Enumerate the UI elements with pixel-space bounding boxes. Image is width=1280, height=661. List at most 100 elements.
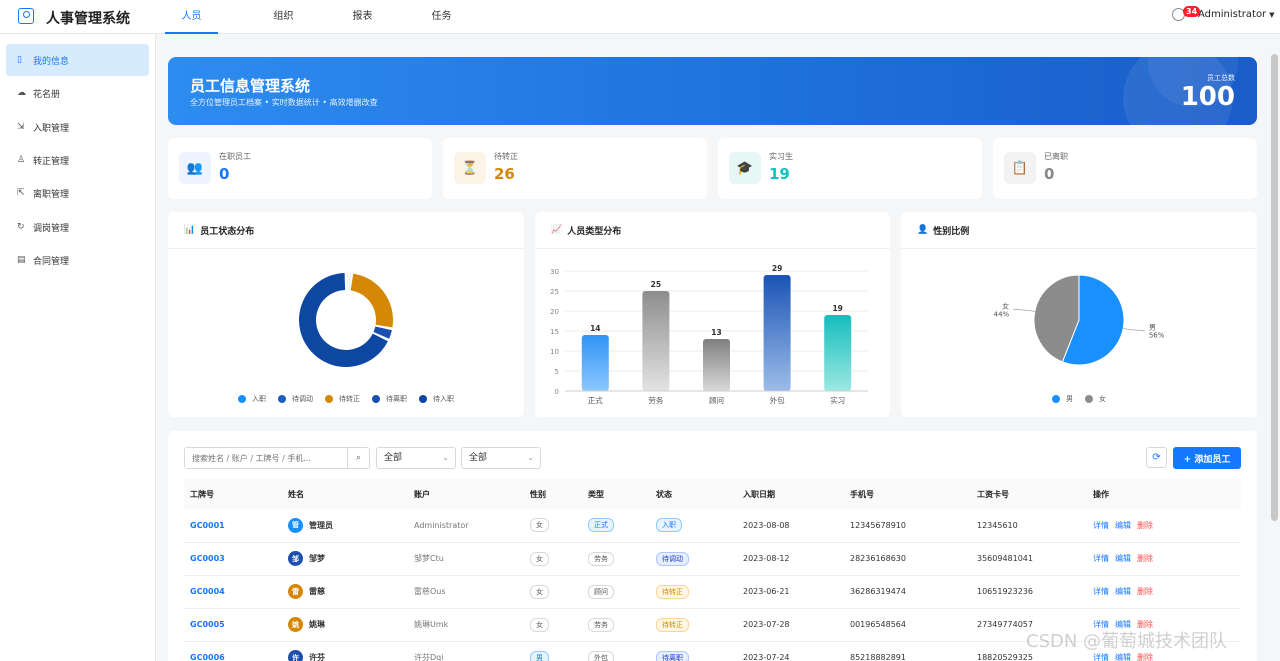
delete-link[interactable]: 删除 <box>1137 587 1153 596</box>
filter-value: 全部 <box>469 453 488 463</box>
stat-card-pending: ⏳ 待转正 26 <box>443 138 707 199</box>
legend-item[interactable]: 女 <box>1085 394 1106 404</box>
page-scrollbar[interactable] <box>1271 54 1278 521</box>
clipboard-icon: 📋 <box>1004 152 1036 184</box>
search-input[interactable] <box>185 448 347 468</box>
cell-status: 待调动 <box>650 542 737 576</box>
sidebar-item-resignation[interactable]: ⇱ 离职管理 <box>6 177 149 209</box>
employee-name: 姚琳 <box>309 620 325 629</box>
refresh-icon: ↻ <box>17 222 25 232</box>
bar-1[interactable] <box>642 291 670 391</box>
tab-organization[interactable]: 组织 <box>244 0 323 34</box>
employee-id-link[interactable]: GC0006 <box>190 653 225 661</box>
card-header: 📊 员工状态分布 <box>168 212 524 249</box>
legend-item[interactable]: 待离职 <box>372 394 407 404</box>
cell-status: 待转正 <box>650 608 737 642</box>
table-row[interactable]: GC0004 雷雷慈 雷慈Ous 女顾问 待转正 2023-06-21 3628631947… <box>184 575 1241 609</box>
bar-value-label: 29 <box>772 264 782 273</box>
sidebar-item-regularization[interactable]: ♙ 转正管理 <box>6 144 149 176</box>
stat-value: 0 <box>1044 165 1055 183</box>
legend-item[interactable]: 入职 <box>238 394 266 404</box>
legend-swatch <box>238 395 246 403</box>
donut-slice-1[interactable] <box>348 273 351 291</box>
sidebar-item-label: 花名册 <box>33 89 61 100</box>
sidebar-item-onboarding[interactable]: ⇲ 入职管理 <box>6 111 149 143</box>
legend-item[interactable]: 待转正 <box>325 394 360 404</box>
sidebar-item-my-info[interactable]: ▯ 我的信息 <box>6 44 149 76</box>
sidebar-item-label: 我的信息 <box>33 56 70 67</box>
bar-0[interactable] <box>581 335 609 391</box>
name-wrapper: 雷雷慈 <box>288 584 408 599</box>
cell-id: GC0003 <box>184 542 282 576</box>
detail-link[interactable]: 详情 <box>1093 653 1109 661</box>
employee-id-link[interactable]: GC0004 <box>190 587 225 596</box>
avatar: 雷 <box>288 584 303 599</box>
detail-link[interactable]: 详情 <box>1093 521 1109 530</box>
gender-legend: 男女 <box>901 394 1257 404</box>
pie-label-percent: 56% <box>1149 332 1165 340</box>
add-employee-button[interactable]: + 添加员工 <box>1173 447 1241 469</box>
sidebar-item-label: 调岗管理 <box>33 223 70 234</box>
cell-type: 顾问 <box>582 575 650 609</box>
sidebar-item-label: 入职管理 <box>33 123 70 134</box>
cell-gender: 女 <box>524 509 582 543</box>
table-row[interactable]: GC0001 管管理员 Administrator 女正式 入职 2023-08-08 12… <box>184 509 1241 543</box>
search-box: ⌕ <box>184 447 370 469</box>
sidebar-item-label: 合同管理 <box>33 256 70 267</box>
bar-2[interactable] <box>703 339 730 391</box>
cell-actions: 详情 编辑 删除 <box>1087 575 1241 609</box>
top-nav-tabs: 人员 组织 报表 任务 <box>165 0 481 34</box>
sidebar-item-transfer[interactable]: ↻ 调岗管理 <box>6 211 149 243</box>
bar-4[interactable] <box>824 315 852 391</box>
detail-link[interactable]: 详情 <box>1093 587 1109 596</box>
chevron-down-icon: ⌄ <box>527 453 534 462</box>
donut-slice-0[interactable] <box>346 273 348 291</box>
tab-personnel[interactable]: 人员 <box>165 0 218 34</box>
edit-link[interactable]: 编辑 <box>1115 653 1131 661</box>
filter-select-1[interactable]: 全部 ⌄ <box>376 447 456 469</box>
edit-link[interactable]: 编辑 <box>1115 587 1131 596</box>
legend-item[interactable]: 待调动 <box>278 394 313 404</box>
y-tick-label: 5 <box>555 368 559 376</box>
type-chart-card: 📈 人员类型分布 0 5 10 15 20 25 30 14 正式 25 劳务 13 顾问 29 外包 19 实… <box>535 212 890 417</box>
enter-icon: ⇲ <box>17 122 25 132</box>
tab-reports[interactable]: 报表 <box>323 0 402 34</box>
avatar: 邹 <box>288 551 303 566</box>
cell-name: 姚姚琳 <box>282 608 408 642</box>
tab-tasks[interactable]: 任务 <box>402 0 481 34</box>
legend-item[interactable]: 待入职 <box>419 394 454 404</box>
y-tick-label: 30 <box>550 268 559 276</box>
pie-label-name: 男 <box>1149 324 1156 332</box>
delete-link[interactable]: 删除 <box>1137 653 1153 661</box>
filter-select-2[interactable]: 全部 ⌄ <box>461 447 541 469</box>
delete-link[interactable]: 删除 <box>1137 554 1153 563</box>
table-row[interactable]: GC0003 邹邹梦 邹梦Ctu 女劳务 待调动 2023-08-12 2823616863… <box>184 542 1241 576</box>
delete-link[interactable]: 删除 <box>1137 521 1153 530</box>
legend-label: 待入职 <box>433 395 454 403</box>
detail-link[interactable]: 详情 <box>1093 554 1109 563</box>
edit-link[interactable]: 编辑 <box>1115 521 1131 530</box>
file-icon: ▯ <box>17 55 22 65</box>
cell-date: 2023-06-21 <box>737 575 844 609</box>
total-employees-value: 100 <box>1180 82 1235 112</box>
donut-slice-2[interactable] <box>350 273 393 328</box>
column-header: 状态 <box>650 479 737 509</box>
bar-value-label: 14 <box>590 324 600 333</box>
exit-icon: ⇱ <box>17 188 25 198</box>
employee-id-link[interactable]: GC0003 <box>190 554 225 563</box>
sidebar-item-contract[interactable]: ▤ 合同管理 <box>6 244 149 276</box>
card-header: 👤 性别比例 <box>901 212 1257 249</box>
watermark-text: CSDN @葡萄城技术团队 <box>1026 631 1228 652</box>
search-icon[interactable]: ⌕ <box>347 448 369 468</box>
tag: 男 <box>530 650 549 661</box>
employee-id-link[interactable]: GC0001 <box>190 521 225 530</box>
bar-3[interactable] <box>763 275 791 391</box>
refresh-button[interactable]: ⟳ <box>1146 447 1167 468</box>
legend-item[interactable]: 男 <box>1052 394 1073 404</box>
edit-link[interactable]: 编辑 <box>1115 554 1131 563</box>
user-menu[interactable]: 34 Administrator ▼ <box>1172 6 1275 21</box>
employee-id-link[interactable]: GC0005 <box>190 620 225 629</box>
cell-name: 雷雷慈 <box>282 575 408 609</box>
bar-value-label: 25 <box>651 280 661 289</box>
sidebar-item-roster[interactable]: ☁ 花名册 <box>6 77 149 109</box>
